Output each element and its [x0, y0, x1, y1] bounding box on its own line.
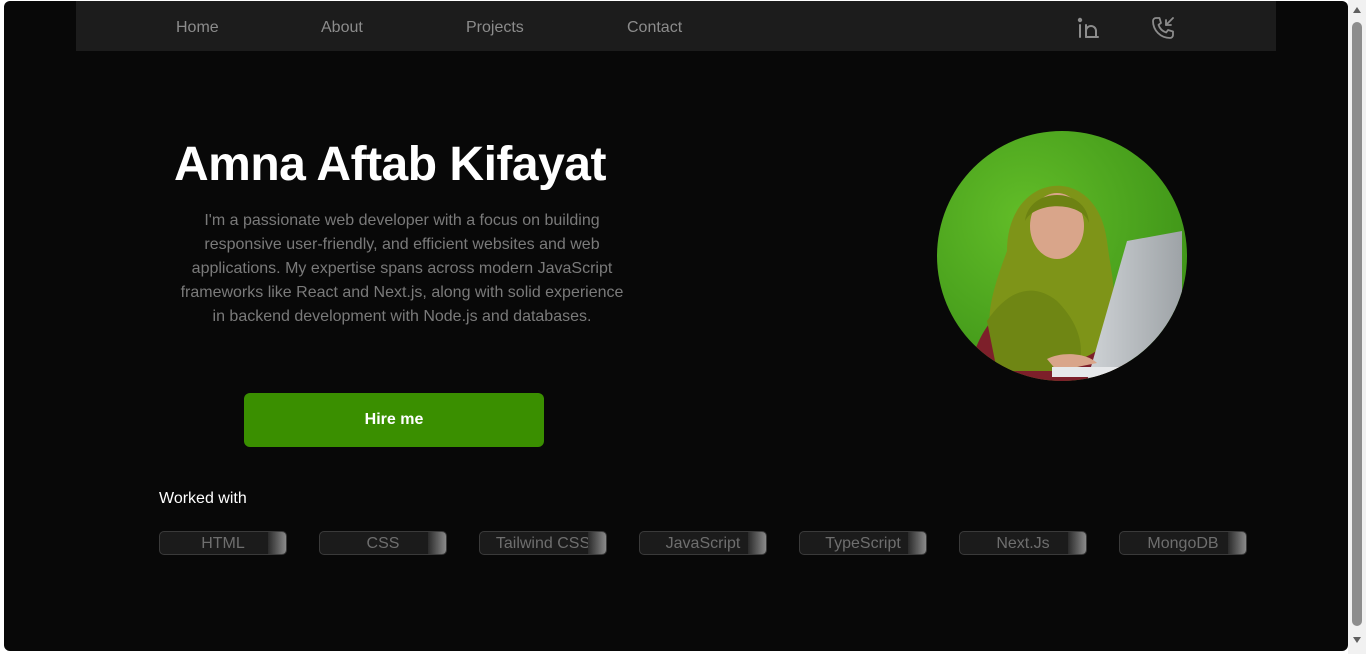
skill-chip-html: HTML — [159, 531, 287, 555]
skill-chip-javascript: JavaScript — [639, 531, 767, 555]
nav-link-contact[interactable]: Contact — [627, 19, 682, 37]
nav-link-projects[interactable]: Projects — [466, 19, 524, 37]
chip-shine — [428, 532, 446, 554]
skill-chip-css: CSS — [319, 531, 447, 555]
vertical-scrollbar[interactable] — [1348, 0, 1366, 654]
skill-chip-nextjs: Next.Js — [959, 531, 1087, 555]
scroll-up-arrow-icon[interactable] — [1352, 6, 1362, 14]
hero-name: Amna Aftab Kifayat — [174, 138, 606, 191]
scroll-down-arrow-icon[interactable] — [1352, 636, 1362, 644]
chip-shine — [748, 532, 766, 554]
worked-with-label: Worked with — [159, 490, 247, 507]
nav-link-about[interactable]: About — [321, 19, 363, 37]
chip-shine — [908, 532, 926, 554]
hero-description: I'm a passionate web developer with a fo… — [180, 212, 624, 325]
skill-chip-tailwind: Tailwind CSS — [479, 531, 607, 555]
profile-avatar — [937, 131, 1187, 381]
chip-shine — [1228, 532, 1246, 554]
chip-shine — [268, 532, 286, 554]
chip-shine — [1068, 532, 1086, 554]
top-navbar: Home About Projects Contact — [76, 1, 1276, 51]
linkedin-icon[interactable] — [1076, 15, 1102, 41]
profile-photo — [937, 131, 1187, 381]
nav-link-home[interactable]: Home — [176, 19, 219, 37]
chip-shine — [588, 532, 606, 554]
scrollbar-thumb[interactable] — [1352, 22, 1362, 626]
skill-chip-mongodb: MongoDB — [1119, 531, 1247, 555]
skill-chip-typescript: TypeScript — [799, 531, 927, 555]
page-frame: Home About Projects Contact Amna Aftab K… — [4, 1, 1348, 651]
phone-incoming-icon[interactable] — [1150, 15, 1176, 41]
hire-me-button[interactable]: Hire me — [244, 393, 544, 447]
